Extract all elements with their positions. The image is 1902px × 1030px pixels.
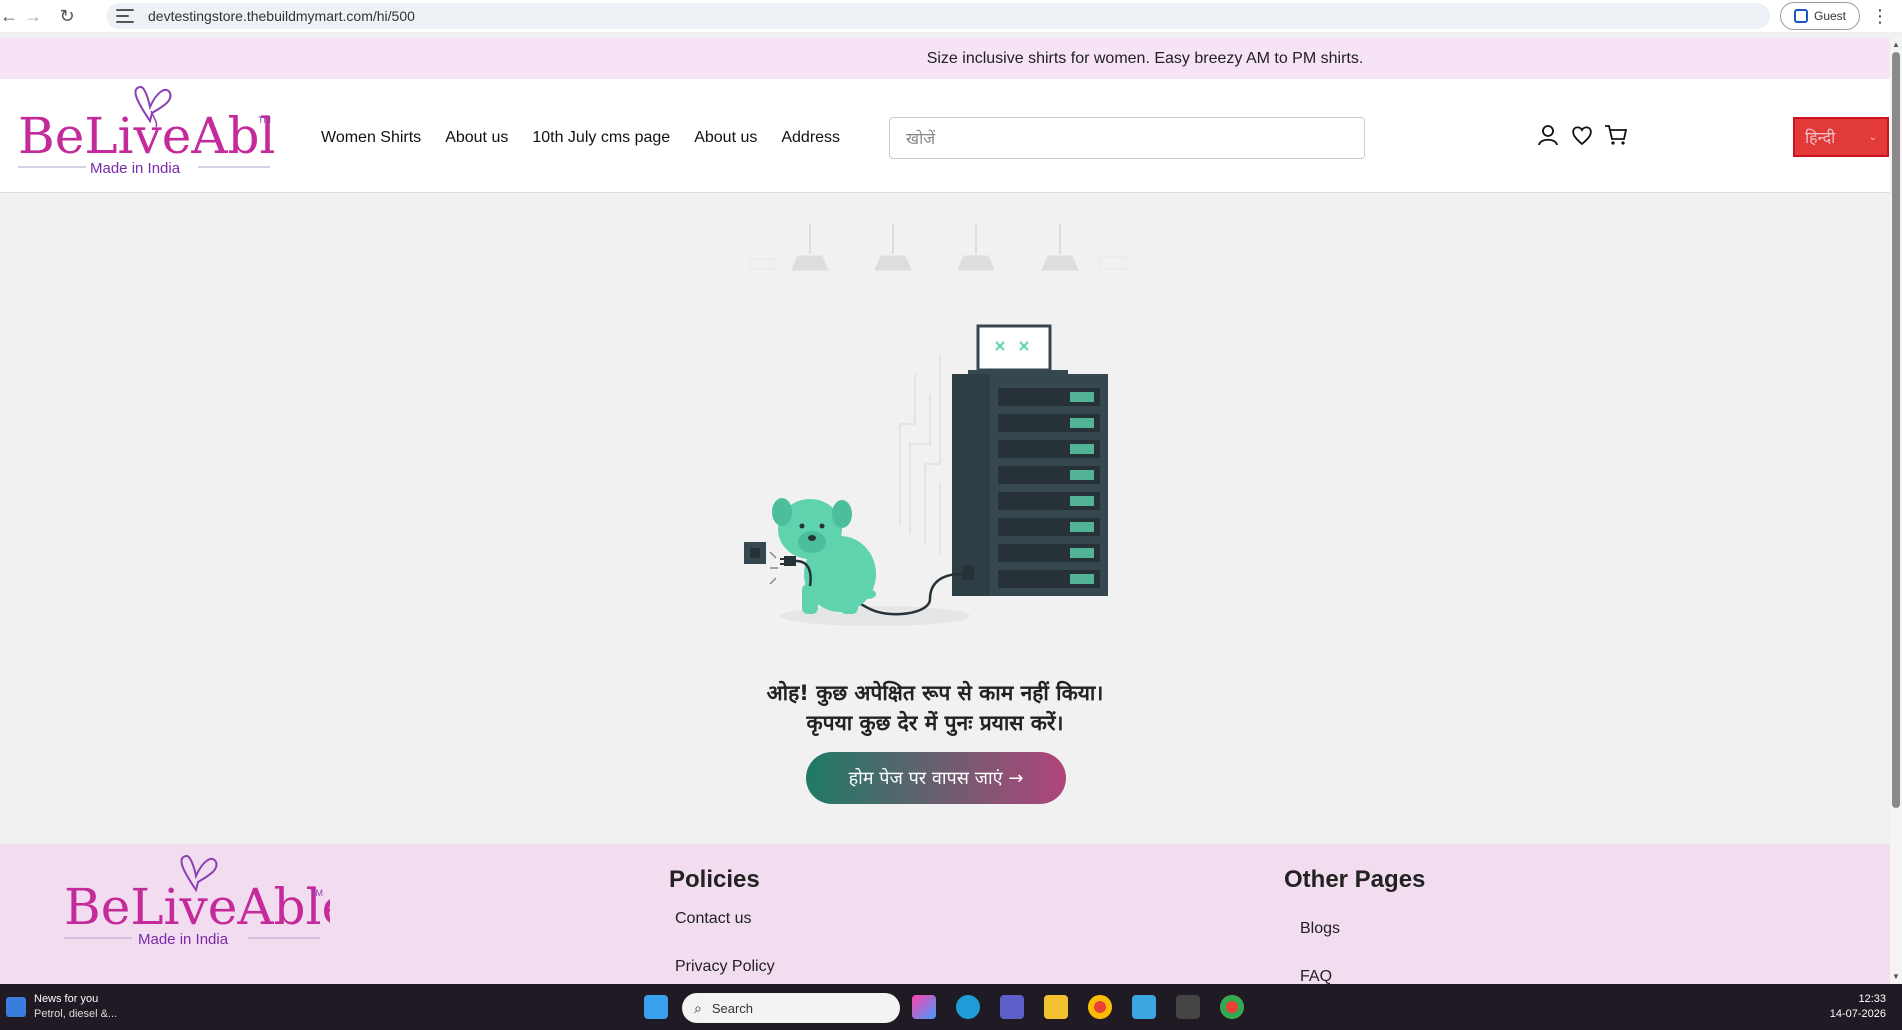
back-to-home-button[interactable]: होम पेज पर वापस जाएं → <box>806 752 1066 804</box>
edge-browser-icon[interactable] <box>956 995 980 1019</box>
svg-text:BeLiveAble: BeLiveAble <box>64 878 330 936</box>
clock-time: 12:33 <box>1858 993 1886 1005</box>
address-bar[interactable]: devtestingstore.thebuildmymart.com/hi/50… <box>106 3 1770 29</box>
svg-text:TM: TM <box>258 115 271 125</box>
scroll-down-icon[interactable]: ▼ <box>1891 972 1901 982</box>
error-line-1: ओह! कुछ अपेक्षित रूप से काम नहीं किया। <box>766 681 1104 705</box>
footer-other-pages-title: Other Pages <box>1284 866 1426 893</box>
copilot-icon[interactable] <box>912 995 936 1019</box>
footer-policies-title: Policies <box>669 866 760 893</box>
notepad-icon[interactable] <box>1132 995 1156 1019</box>
svg-text:BeLiveAble: BeLiveAble <box>18 107 278 165</box>
chrome-icon[interactable] <box>1088 995 1112 1019</box>
os-taskbar: News for you Petrol, diesel &... ⌕ Searc… <box>0 984 1902 1030</box>
header-icons <box>1536 123 1628 147</box>
footer-link-blogs[interactable]: Blogs <box>1300 920 1340 938</box>
nav-about-us[interactable]: About us <box>445 129 508 147</box>
server-unplugged-illustration <box>744 224 1127 626</box>
nav-women-shirts[interactable]: Women Shirts <box>321 129 421 147</box>
brand-logo[interactable]: BeLiveAble TM Made in India <box>18 83 278 183</box>
app-icon[interactable] <box>1176 995 1200 1019</box>
site-header: BeLiveAble TM Made in India Women Shirts… <box>0 79 1890 193</box>
news-title: News for you <box>34 993 99 1005</box>
wishlist-heart-icon[interactable] <box>1570 123 1594 147</box>
reload-icon[interactable]: ↻ <box>50 0 84 32</box>
search-placeholder: खोजें <box>906 131 936 148</box>
news-subtitle: Petrol, diesel &... <box>34 1008 118 1020</box>
main-nav: Women Shirts About us 10th July cms page… <box>321 129 840 147</box>
scrollbar-thumb[interactable] <box>1892 52 1900 808</box>
svg-text:TM: TM <box>310 888 323 898</box>
announcement-text: Size inclusive shirts for women. Easy br… <box>926 49 1364 67</box>
error-message: ओह! कुछ अपेक्षित रूप से काम नहीं किया। क… <box>0 678 1870 738</box>
forward-icon[interactable]: → <box>16 0 50 32</box>
footer-brand-logo[interactable]: BeLiveAble TM Made in India <box>60 852 330 952</box>
footer-link-contact[interactable]: Contact us <box>675 910 751 928</box>
profile-icon <box>1793 9 1808 23</box>
page-scrollbar[interactable]: ▲ ▼ <box>1890 38 1902 984</box>
clock-date: 14-07-2026 <box>1829 1008 1886 1020</box>
taskbar-search-label: Search <box>711 1000 754 1016</box>
announcement-bar: Size inclusive shirts for women. Easy br… <box>0 38 1890 79</box>
site-footer: BeLiveAble TM Made in India Policies Con… <box>0 844 1890 984</box>
language-value: हिन्दी <box>1805 130 1836 147</box>
scroll-up-icon[interactable]: ▲ <box>1891 40 1901 50</box>
news-widget[interactable]: News for you Petrol, diesel &... <box>6 992 117 1022</box>
nav-cms-page[interactable]: 10th July cms page <box>532 129 670 147</box>
file-explorer-icon[interactable] <box>1044 995 1068 1019</box>
system-clock[interactable]: 12:33 14-07-2026 <box>1830 992 1886 1022</box>
back-icon[interactable]: ← <box>0 0 18 32</box>
profile-button[interactable]: Guest <box>1780 2 1860 30</box>
teams-icon[interactable] <box>1000 995 1024 1019</box>
search-icon: ⌕ <box>694 999 702 1016</box>
nav-address[interactable]: Address <box>781 129 840 147</box>
footer-link-faq[interactable]: FAQ <box>1300 968 1332 984</box>
language-select[interactable]: हिन्दी ⌄ <box>1793 117 1889 157</box>
svg-text:Made in India: Made in India <box>90 160 181 177</box>
browser-menu-icon[interactable]: ⋮ <box>1870 4 1890 28</box>
account-icon[interactable] <box>1536 123 1560 147</box>
url-text: devtestingstore.thebuildmymart.com/hi/50… <box>148 8 415 24</box>
windows-start-icon[interactable] <box>644 995 668 1019</box>
error-page: ओह! कुछ अपेक्षित रूप से काम नहीं किया। क… <box>0 194 1890 844</box>
cart-icon[interactable] <box>1604 123 1628 147</box>
browser-toolbar: ← → ↻ devtestingstore.thebuildmymart.com… <box>0 0 1902 32</box>
news-icon <box>6 997 26 1017</box>
svg-text:Made in India: Made in India <box>138 931 229 948</box>
footer-link-privacy[interactable]: Privacy Policy <box>675 958 775 976</box>
search-input[interactable]: खोजें <box>889 117 1365 159</box>
chrome-profile-icon[interactable] <box>1220 995 1244 1019</box>
chevron-down-icon: ⌄ <box>1868 131 1877 143</box>
error-line-2: कृपया कुछ देर में पुनः प्रयास करें। <box>806 711 1064 735</box>
nav-about-us-2[interactable]: About us <box>694 129 757 147</box>
site-settings-icon[interactable] <box>116 9 134 23</box>
profile-label: Guest <box>1813 9 1846 23</box>
taskbar-search[interactable]: ⌕ Search <box>682 993 900 1023</box>
